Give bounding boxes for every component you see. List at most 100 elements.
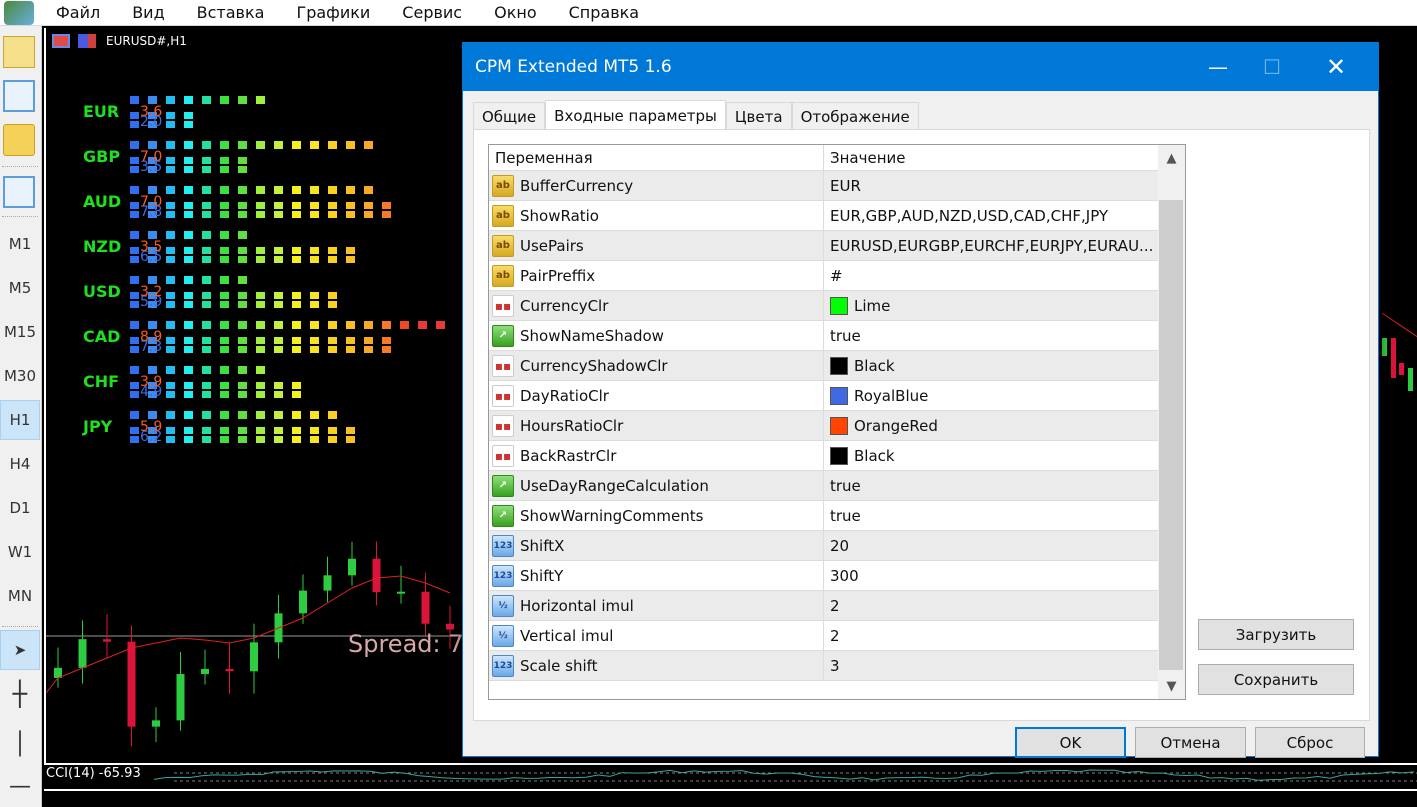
- param-value-cell[interactable]: Lime: [824, 291, 1159, 320]
- param-value-cell[interactable]: EUR,GBP,AUD,NZD,USD,CAD,CHF,JPY: [824, 201, 1159, 230]
- day-ratio-block: [130, 337, 139, 344]
- param-row[interactable]: ½ Vertical imul 2: [489, 621, 1159, 651]
- dialog-titlebar[interactable]: CPM Extended MT5 1.6 — ☐ ✕: [463, 43, 1378, 91]
- timeframe-m30[interactable]: M30: [0, 356, 40, 396]
- timeframe-m15[interactable]: M15: [0, 312, 40, 352]
- param-row[interactable]: 123 Scale shift 3: [489, 651, 1159, 681]
- tab-0[interactable]: Общие: [473, 102, 546, 130]
- day-ratio-block: [292, 382, 301, 389]
- param-row[interactable]: ab PairPreffix #: [489, 261, 1159, 291]
- param-value-cell[interactable]: true: [824, 471, 1159, 500]
- scroll-up-icon[interactable]: ▲: [1158, 145, 1185, 171]
- scroll-down-icon[interactable]: ▼: [1158, 673, 1185, 699]
- param-row[interactable]: ▪▪ CurrencyShadowClr Black: [489, 351, 1159, 381]
- day-ratio-block: [184, 427, 193, 434]
- tab-1[interactable]: Входные параметры: [545, 100, 726, 131]
- param-row[interactable]: ab BufferCurrency EUR: [489, 171, 1159, 201]
- timeframe-w1[interactable]: W1: [0, 532, 40, 572]
- param-row[interactable]: ab ShowRatio EUR,GBP,AUD,NZD,USD,CAD,CHF,J…: [489, 201, 1159, 231]
- day-ratio-block: [310, 427, 319, 434]
- day-ratio-block: [202, 202, 211, 209]
- maximize-icon[interactable]: ☐: [1249, 43, 1295, 91]
- integer-type-icon: 123: [492, 564, 514, 587]
- param-row[interactable]: ↗ ShowNameShadow true: [489, 321, 1159, 351]
- menu-item-4[interactable]: Сервис: [386, 3, 478, 22]
- open-folder-icon[interactable]: [3, 124, 35, 156]
- tab-3[interactable]: Отображение: [791, 102, 919, 130]
- param-value-cell[interactable]: RoyalBlue: [824, 381, 1159, 410]
- param-value-cell[interactable]: EURUSD,EURGBP,EURCHF,EURJPY,EURAU...: [824, 231, 1159, 260]
- day-ratio-block: [256, 292, 265, 299]
- hours-ratio-block: [202, 231, 211, 239]
- menu-item-3[interactable]: Графики: [280, 3, 386, 22]
- param-name: PairPreffix: [520, 266, 596, 285]
- param-value-cell[interactable]: 20: [824, 531, 1159, 560]
- param-row[interactable]: 123 ShiftY 300: [489, 561, 1159, 591]
- hours-ratio-block: [148, 186, 157, 194]
- timeframe-m1[interactable]: M1: [0, 224, 40, 264]
- close-icon[interactable]: ✕: [1313, 43, 1359, 91]
- hours-ratio-value: 3.9: [140, 374, 163, 390]
- param-row[interactable]: 123 ShiftX 20: [489, 531, 1159, 561]
- scrollbar-thumb[interactable]: [1159, 200, 1183, 670]
- menu-item-0[interactable]: Файл: [40, 3, 116, 22]
- param-value-cell[interactable]: true: [824, 321, 1159, 350]
- crosshair-tool-icon[interactable]: ┼: [0, 674, 40, 714]
- hours-ratio-block: [238, 186, 247, 194]
- menu-item-6[interactable]: Справка: [553, 3, 656, 22]
- param-value: Black: [854, 356, 895, 375]
- currency-label: CHF: [83, 372, 120, 391]
- param-value-cell[interactable]: 2: [824, 591, 1159, 620]
- param-name: ShowRatio: [520, 206, 599, 225]
- reset-button[interactable]: Сброс: [1255, 727, 1365, 758]
- param-value-cell[interactable]: Black: [824, 351, 1159, 380]
- param-row[interactable]: ↗ ShowWarningComments true: [489, 501, 1159, 531]
- indicator-subwindow[interactable]: [44, 789, 1417, 807]
- param-row[interactable]: ½ Horizontal imul 2: [489, 591, 1159, 621]
- save-button[interactable]: Сохранить: [1198, 664, 1354, 695]
- hours-ratio-block: [166, 321, 175, 329]
- param-row[interactable]: ▪▪ BackRastrClr Black: [489, 441, 1159, 471]
- menu-item-5[interactable]: Окно: [478, 3, 553, 22]
- param-row[interactable]: ab UsePairs EURUSD,EURGBP,EURCHF,EURJPY,EU…: [489, 231, 1159, 261]
- timeframe-m5[interactable]: M5: [0, 268, 40, 308]
- param-value-cell[interactable]: 300: [824, 561, 1159, 590]
- minimize-icon[interactable]: —: [1195, 43, 1241, 91]
- load-button[interactable]: Загрузить: [1198, 619, 1354, 650]
- horizontal-line-icon[interactable]: —: [0, 766, 40, 806]
- cci-subwindow[interactable]: CCI(14) -65.93: [44, 763, 1417, 787]
- day-ratio-block: [130, 427, 139, 434]
- vertical-line-icon[interactable]: │: [0, 724, 40, 764]
- menu-item-2[interactable]: Вставка: [181, 3, 281, 22]
- tab-2[interactable]: Цвета: [725, 102, 792, 130]
- day-ratio-block: [130, 166, 139, 173]
- hours-ratio-block: [220, 366, 229, 374]
- ok-button[interactable]: OK: [1015, 727, 1126, 758]
- param-value-cell[interactable]: OrangeRed: [824, 411, 1159, 440]
- param-row[interactable]: ▪▪ DayRatioClr RoyalBlue: [489, 381, 1159, 411]
- param-row[interactable]: ▪▪ CurrencyClr Lime: [489, 291, 1159, 321]
- market-watch-icon[interactable]: [3, 80, 35, 112]
- menu-item-1[interactable]: Вид: [116, 3, 180, 22]
- param-value-cell[interactable]: #: [824, 261, 1159, 290]
- cursor-tool-icon[interactable]: ➤: [0, 630, 40, 670]
- timeframe-d1[interactable]: D1: [0, 488, 40, 528]
- param-row[interactable]: ▪▪ HoursRatioClr OrangeRed: [489, 411, 1159, 441]
- chart-save-icon[interactable]: [3, 176, 35, 208]
- param-value-cell[interactable]: Black: [824, 441, 1159, 470]
- day-ratio-block: [328, 346, 337, 353]
- column-header-variable[interactable]: Переменная: [489, 145, 824, 170]
- param-value-cell[interactable]: true: [824, 501, 1159, 530]
- cancel-button[interactable]: Отмена: [1135, 727, 1246, 758]
- timeframe-h1[interactable]: H1: [0, 400, 40, 440]
- timeframe-mn[interactable]: MN: [0, 576, 40, 616]
- param-value-cell[interactable]: 2: [824, 621, 1159, 650]
- param-value-cell[interactable]: EUR: [824, 171, 1159, 200]
- column-header-value[interactable]: Значение: [824, 145, 1159, 170]
- new-order-icon[interactable]: [3, 36, 35, 68]
- day-ratio-block: [310, 202, 319, 209]
- vertical-scrollbar[interactable]: ▲ ▼: [1158, 145, 1185, 699]
- param-row[interactable]: ↗ UseDayRangeCalculation true: [489, 471, 1159, 501]
- timeframe-h4[interactable]: H4: [0, 444, 40, 484]
- param-value-cell[interactable]: 3: [824, 651, 1159, 680]
